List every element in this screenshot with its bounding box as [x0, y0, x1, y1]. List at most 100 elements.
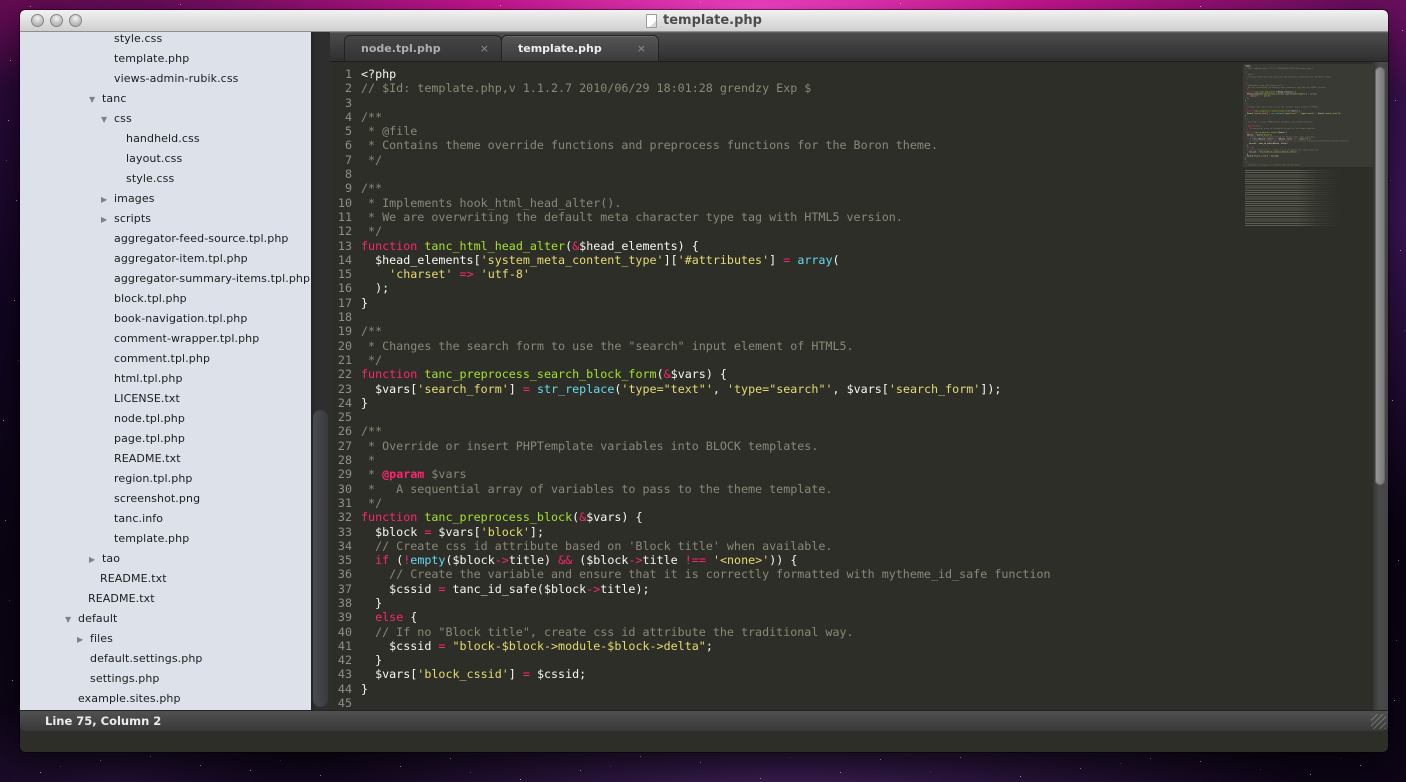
window-titlebar[interactable]: template.php — [20, 10, 1388, 32]
code-line[interactable]: 32function tanc_preprocess_block(&$vars)… — [330, 510, 1388, 524]
code-line[interactable]: 5 * @file — [330, 124, 1388, 138]
tree-item-file[interactable]: template.php — [20, 529, 311, 549]
tree-item-file[interactable]: screenshot.png — [20, 489, 311, 509]
code-line[interactable]: 44} — [330, 682, 1388, 696]
tree-item-file[interactable]: aggregator-feed-source.tpl.php — [20, 229, 311, 249]
code-line[interactable]: 27 * Override or insert PHPTemplate vari… — [330, 439, 1388, 453]
sidebar-scrollbar-thumb[interactable] — [313, 410, 328, 707]
tree-item-folder[interactable]: ▶images — [20, 189, 311, 209]
code-line[interactable]: 45 — [330, 696, 1388, 710]
tree-item-file[interactable]: views-admin-rubik.css — [20, 69, 311, 89]
tree-item-folder[interactable]: ▼tanc — [20, 89, 311, 109]
tree-item-file[interactable]: README.txt — [20, 449, 311, 469]
editor-tab[interactable]: template.php× — [501, 35, 659, 61]
file-tree[interactable]: style.csstemplate.phpviews-admin-rubik.c… — [20, 32, 311, 710]
code-line[interactable]: 13function tanc_html_head_alter(&$head_e… — [330, 239, 1388, 253]
disclosure-open-icon[interactable]: ▼ — [101, 110, 114, 130]
tree-item-file[interactable]: book-navigation.tpl.php — [20, 309, 311, 329]
code-line[interactable]: 8 — [330, 167, 1388, 181]
code-line[interactable]: 30 * A sequential array of variables to … — [330, 482, 1388, 496]
code-line[interactable]: 15 'charset' => 'utf-8' — [330, 267, 1388, 281]
tree-item-file[interactable]: README.txt — [20, 589, 311, 609]
code-line[interactable]: 14 $head_elements['system_meta_content_t… — [330, 253, 1388, 267]
code-line[interactable]: 41 $cssid = "block-$block->module-$block… — [330, 639, 1388, 653]
code-line[interactable]: 39 else { — [330, 610, 1388, 624]
tree-item-folder[interactable]: ▶tao — [20, 549, 311, 569]
code-line[interactable]: 21 */ — [330, 353, 1388, 367]
code-line[interactable]: 7 */ — [330, 153, 1388, 167]
code-line[interactable]: 23 $vars['search_form'] = str_replace('t… — [330, 382, 1388, 396]
code-line[interactable]: 43 $vars['block_cssid'] = $cssid; — [330, 667, 1388, 681]
code-line[interactable]: 4/** — [330, 110, 1388, 124]
code-line[interactable]: 3 — [330, 96, 1388, 110]
editor-scrollbar-thumb[interactable] — [1375, 67, 1385, 485]
tree-item-file[interactable]: LICENSE.txt — [20, 389, 311, 409]
code-line[interactable]: 2// $Id: template.php,v 1.1.2.7 2010/06/… — [330, 81, 1388, 95]
code-line[interactable]: 38 } — [330, 596, 1388, 610]
tree-item-file[interactable]: region.tpl.php — [20, 469, 311, 489]
code-line[interactable]: 6 * Contains theme override functions an… — [330, 138, 1388, 152]
tree-item-file[interactable]: comment.tpl.php — [20, 349, 311, 369]
disclosure-closed-icon[interactable]: ▶ — [101, 190, 114, 210]
tree-item-file[interactable]: template.php — [20, 49, 311, 69]
close-button[interactable] — [31, 14, 44, 27]
code-line[interactable]: 28 * — [330, 453, 1388, 467]
tree-item-file[interactable]: aggregator-summary-items.tpl.php — [20, 269, 311, 289]
tree-item-file[interactable]: default.settings.php — [20, 649, 311, 669]
code-lines[interactable]: 1<?php2// $Id: template.php,v 1.1.2.7 20… — [330, 62, 1388, 710]
code-line[interactable]: 22function tanc_preprocess_search_block_… — [330, 367, 1388, 381]
code-line[interactable]: 1<?php — [330, 67, 1388, 81]
resize-grip[interactable] — [1371, 714, 1386, 729]
editor-tab[interactable]: node.tpl.php× — [344, 35, 502, 61]
tree-item-file[interactable]: settings.php — [20, 669, 311, 689]
code-line[interactable]: 17} — [330, 296, 1388, 310]
zoom-button[interactable] — [69, 14, 82, 27]
code-line[interactable]: 40 // If no "Block title", create css id… — [330, 625, 1388, 639]
minimap[interactable]: <?php// $Id: template.php,v 1.1.2.7 2010… — [1243, 64, 1373, 230]
tree-item-file[interactable]: style.css — [20, 169, 311, 189]
code-line[interactable]: 25 — [330, 410, 1388, 424]
code-line[interactable]: 37 $cssid = tanc_id_safe($block->title); — [330, 582, 1388, 596]
code-line[interactable]: 31 */ — [330, 496, 1388, 510]
tree-item-file[interactable]: block.tpl.php — [20, 289, 311, 309]
disclosure-closed-icon[interactable]: ▶ — [89, 550, 102, 570]
tree-item-file[interactable]: html.tpl.php — [20, 369, 311, 389]
code-line[interactable]: 34 // Create css id attribute based on '… — [330, 539, 1388, 553]
disclosure-open-icon[interactable]: ▼ — [89, 90, 102, 110]
code-line[interactable]: 29 * @param $vars — [330, 467, 1388, 481]
code-line[interactable]: 18 — [330, 310, 1388, 324]
code-line[interactable]: 19/** — [330, 324, 1388, 338]
code-line[interactable]: 16 ); — [330, 281, 1388, 295]
tree-item-file[interactable]: aggregator-item.tpl.php — [20, 249, 311, 269]
code-editor[interactable]: 1<?php2// $Id: template.php,v 1.1.2.7 20… — [330, 62, 1388, 710]
code-line[interactable]: 10 * Implements hook_html_head_alter(). — [330, 196, 1388, 210]
code-line[interactable]: 24} — [330, 396, 1388, 410]
disclosure-open-icon[interactable]: ▼ — [65, 610, 78, 630]
tree-item-file[interactable]: layout.css — [20, 149, 311, 169]
close-tab-icon[interactable]: × — [480, 36, 489, 61]
tree-item-file[interactable]: page.tpl.php — [20, 429, 311, 449]
code-line[interactable]: 9/** — [330, 181, 1388, 195]
disclosure-closed-icon[interactable]: ▶ — [77, 630, 90, 650]
close-tab-icon[interactable]: × — [637, 36, 646, 61]
editor-scrollbar[interactable] — [1373, 62, 1388, 710]
tree-item-folder[interactable]: ▼css — [20, 109, 311, 129]
code-line[interactable]: 33 $block = $vars['block']; — [330, 525, 1388, 539]
code-line[interactable]: 26/** — [330, 424, 1388, 438]
code-line[interactable]: 35 if (!empty($block->title) && ($block-… — [330, 553, 1388, 567]
code-line[interactable]: 12 */ — [330, 224, 1388, 238]
tree-item-file[interactable]: tanc.info — [20, 509, 311, 529]
tree-item-file[interactable]: example.sites.php — [20, 689, 311, 709]
disclosure-closed-icon[interactable]: ▶ — [101, 210, 114, 230]
tree-item-file[interactable]: style.css — [20, 32, 311, 49]
code-line[interactable]: 42 } — [330, 653, 1388, 667]
sidebar-scrollbar[interactable] — [311, 32, 330, 710]
code-line[interactable]: 11 * We are overwriting the default meta… — [330, 210, 1388, 224]
tree-item-folder[interactable]: ▶scripts — [20, 209, 311, 229]
minimize-button[interactable] — [50, 14, 63, 27]
tree-item-folder[interactable]: ▶files — [20, 629, 311, 649]
tree-item-file[interactable]: handheld.css — [20, 129, 311, 149]
tree-item-file[interactable]: node.tpl.php — [20, 409, 311, 429]
tree-item-file[interactable]: comment-wrapper.tpl.php — [20, 329, 311, 349]
code-line[interactable]: 20 * Changes the search form to use the … — [330, 339, 1388, 353]
